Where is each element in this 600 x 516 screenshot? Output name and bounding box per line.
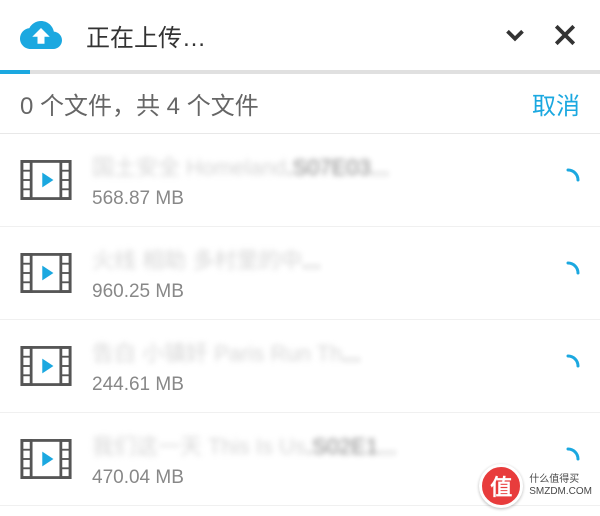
close-icon[interactable] xyxy=(550,20,580,50)
file-item[interactable]: 火线 相助 多村里的中... 960.25 MB xyxy=(0,227,600,320)
loading-spinner-icon xyxy=(556,354,580,378)
cancel-button[interactable]: 取消 xyxy=(532,86,580,121)
watermark-badge: 值 xyxy=(479,464,523,508)
file-item[interactable]: 告白 小镇奸 Paris Run Th... 244.61 MB xyxy=(0,320,600,413)
file-size: 960.25 MB xyxy=(92,281,536,303)
header-actions xyxy=(500,20,580,50)
file-size: 470.04 MB xyxy=(92,467,536,489)
video-icon xyxy=(20,344,72,388)
progress-fill xyxy=(0,70,30,74)
file-size: 568.87 MB xyxy=(92,188,536,210)
file-name: 我们这一天 This Is Us.S02E1... xyxy=(92,429,536,461)
upload-header: 正在上传… xyxy=(0,0,600,70)
loading-spinner-icon xyxy=(556,168,580,192)
watermark: 值 什么值得买 SMZDM.COM xyxy=(479,464,592,508)
file-item[interactable]: 国土安全 Homeland.S07E03... 568.87 MB xyxy=(0,134,600,227)
upload-status: 0 个文件，共 4 个文件 xyxy=(20,86,532,121)
progress-bar xyxy=(0,70,600,74)
watermark-text: 什么值得买 SMZDM.COM xyxy=(529,474,592,498)
file-name: 火线 相助 多村里的中... xyxy=(92,243,536,275)
upload-subheader: 0 个文件，共 4 个文件 取消 xyxy=(0,74,600,134)
loading-spinner-icon xyxy=(556,261,580,285)
header-title: 正在上传… xyxy=(86,18,500,53)
watermark-line2: SMZDM.COM xyxy=(529,486,592,498)
file-size: 244.61 MB xyxy=(92,374,536,396)
video-icon xyxy=(20,251,72,295)
file-name: 国土安全 Homeland.S07E03... xyxy=(92,150,536,182)
file-list: 国土安全 Homeland.S07E03... 568.87 MB 火线 相助 … xyxy=(0,134,600,506)
file-info: 我们这一天 This Is Us.S02E1... 470.04 MB xyxy=(92,429,536,489)
cloud-upload-icon xyxy=(20,14,62,56)
file-info: 国土安全 Homeland.S07E03... 568.87 MB xyxy=(92,150,536,210)
file-name: 告白 小镇奸 Paris Run Th... xyxy=(92,336,536,368)
file-info: 火线 相助 多村里的中... 960.25 MB xyxy=(92,243,536,303)
watermark-line1: 什么值得买 xyxy=(529,474,592,486)
video-icon xyxy=(20,437,72,481)
file-info: 告白 小镇奸 Paris Run Th... 244.61 MB xyxy=(92,336,536,396)
video-icon xyxy=(20,158,72,202)
collapse-icon[interactable] xyxy=(500,20,530,50)
